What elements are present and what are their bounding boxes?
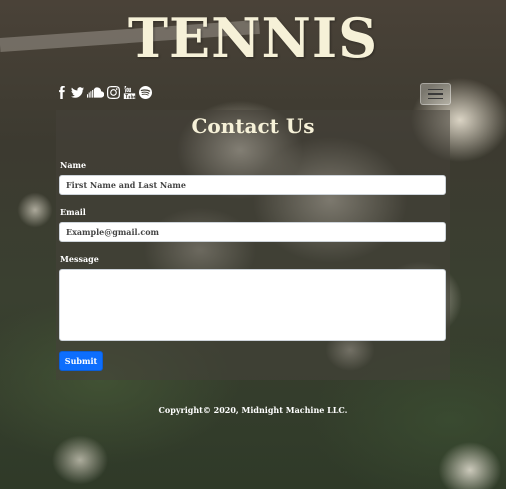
soundcloud-icon[interactable] bbox=[87, 86, 104, 99]
email-input[interactable] bbox=[59, 222, 446, 242]
email-label: Email bbox=[60, 207, 86, 217]
copyright-text: Copyright© 2020, Midnight Machine LLC. bbox=[158, 405, 348, 415]
youtube-icon[interactable] bbox=[123, 86, 136, 99]
message-textarea[interactable] bbox=[59, 269, 446, 341]
contact-heading: Contact Us bbox=[191, 114, 315, 138]
instagram-icon[interactable] bbox=[107, 86, 120, 99]
spotify-icon[interactable] bbox=[139, 86, 152, 99]
site-title: TENNIS bbox=[127, 6, 379, 70]
hamburger-icon-bar bbox=[428, 93, 443, 95]
facebook-icon[interactable] bbox=[55, 86, 68, 99]
twitter-icon[interactable] bbox=[71, 86, 84, 99]
hamburger-icon-bar bbox=[428, 88, 443, 91]
submit-button[interactable]: Submit bbox=[59, 351, 103, 371]
name-label: Name bbox=[60, 160, 87, 170]
hamburger-icon-bar bbox=[428, 97, 443, 100]
social-links bbox=[55, 86, 152, 99]
contact-form-panel: Contact Us Name Email Message Submit bbox=[56, 110, 450, 380]
navbar-toggler-button[interactable] bbox=[420, 83, 451, 105]
message-label: Message bbox=[60, 254, 99, 264]
name-input[interactable] bbox=[59, 175, 446, 195]
